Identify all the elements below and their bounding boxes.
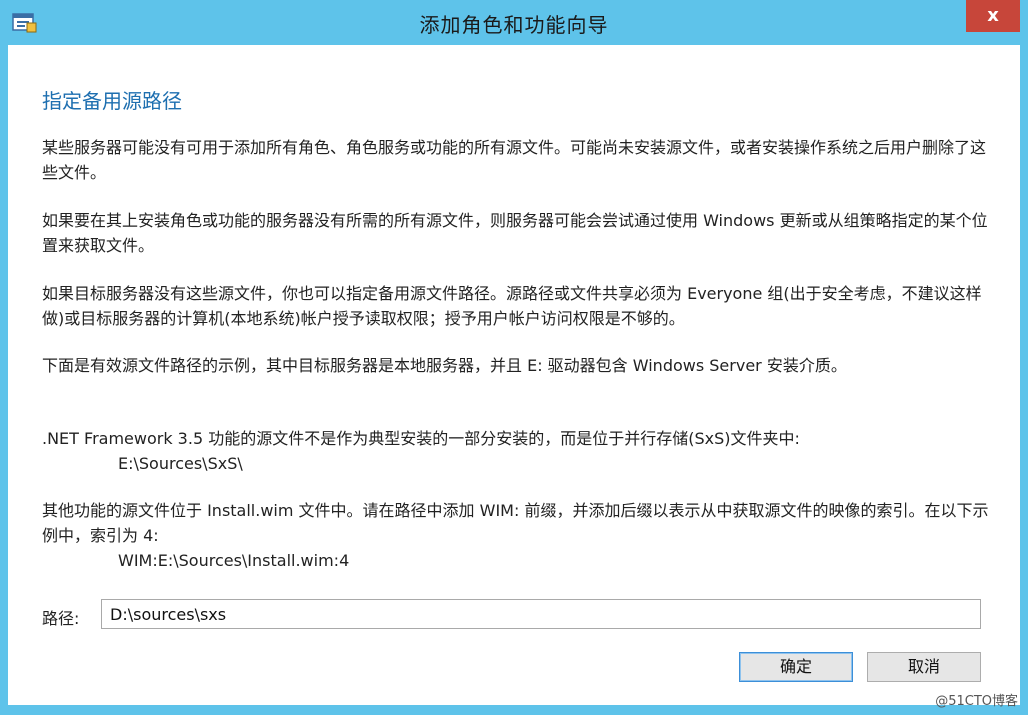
page-title: 指定备用源路径 [42,89,182,113]
windows-update-paragraph: 如果要在其上安装角色或功能的服务器没有所需的所有源文件，则服务器可能会尝试通过使… [42,211,988,255]
wizard-window: 添加角色和功能向导 x 指定备用源路径 某些服务器可能没有可用于添加所有角色、角… [0,0,1028,715]
close-button[interactable]: x [966,0,1020,32]
wim-example-path: WIM:E:\Sources\Install.wim:4 [118,551,350,570]
intro-paragraph: 某些服务器可能没有可用于添加所有角色、角色服务或功能的所有源文件。可能尚未安装源… [42,138,987,182]
path-input[interactable] [101,599,981,629]
netfx-text: .NET Framework 3.5 功能的源文件不是作为典型安装的一部分安装的… [42,429,800,448]
path-label: 路径: [42,609,80,628]
wizard-content: 指定备用源路径 某些服务器可能没有可用于添加所有角色、角色服务或功能的所有源文件… [8,45,1020,705]
ok-button[interactable]: 确定 [739,652,853,682]
wim-paragraph: 其他功能的源文件位于 Install.wim 文件中。请在路径中添加 WIM: … [42,498,992,573]
wim-text: 其他功能的源文件位于 Install.wim 文件中。请在路径中添加 WIM: … [42,501,989,545]
example-intro-paragraph: 下面是有效源文件路径的示例，其中目标服务器是本地服务器，并且 E: 驱动器包含 … [42,356,847,375]
window-title: 添加角色和功能向导 [419,13,609,37]
netfx-paragraph: .NET Framework 3.5 功能的源文件不是作为典型安装的一部分安装的… [42,426,992,476]
watermark: @51CTO博客 [935,694,1018,709]
title-bar[interactable]: 添加角色和功能向导 x [0,0,1028,44]
close-icon: x [987,5,999,26]
cancel-button[interactable]: 取消 [867,652,981,682]
alternate-path-paragraph: 如果目标服务器没有这些源文件，你也可以指定备用源文件路径。源路径或文件共享必须为… [42,284,982,328]
netfx-example-path: E:\Sources\SxS\ [118,454,243,473]
